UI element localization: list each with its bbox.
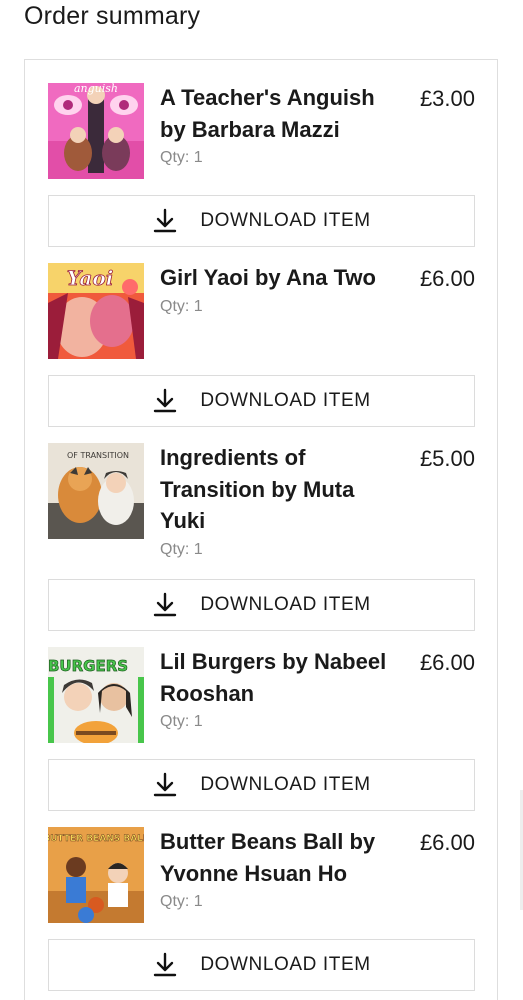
download-label: DOWNLOAD ITEM (200, 954, 371, 975)
download-icon (152, 388, 178, 414)
item-title: Lil Burgers by Nabeel Rooshan (160, 649, 387, 706)
download-item-button[interactable]: DOWNLOAD ITEM (48, 579, 475, 631)
item-title: Ingredients of Transition by Muta Yuki (160, 445, 355, 533)
item-title: Butter Beans Ball by Yvonne Hsuan Ho (160, 829, 376, 886)
item-price: £6.00 (419, 650, 475, 675)
item-quantity: Qty: 1 (160, 893, 203, 910)
download-icon (152, 772, 178, 798)
item-quantity: Qty: 1 (160, 298, 203, 315)
download-item-button[interactable]: DOWNLOAD ITEM (48, 375, 475, 427)
order-summary-page: Order summary anguish A Teacher's Anguis… (0, 0, 523, 1000)
download-label: DOWNLOAD ITEM (200, 594, 371, 615)
download-icon (152, 208, 178, 234)
item-quantity: Qty: 1 (160, 713, 203, 730)
item-title: A Teacher's Anguish by Barbara Mazzi (160, 85, 375, 142)
download-item-button[interactable]: DOWNLOAD ITEM (48, 759, 475, 811)
svg-text:BURGERS: BURGERS (48, 657, 128, 675)
cover-image: OF TRANSITION (48, 443, 144, 539)
download-icon (152, 592, 178, 618)
cover-image: anguish (48, 83, 144, 179)
download-icon (152, 952, 178, 978)
download-label: DOWNLOAD ITEM (200, 390, 371, 411)
svg-text:Yaoi: Yaoi (67, 266, 114, 290)
item-quantity: Qty: 1 (160, 149, 203, 166)
svg-text:BUTTER BEANS BALL: BUTTER BEANS BALL (48, 834, 144, 844)
item-price: £6.00 (419, 830, 475, 855)
item-price: £5.00 (419, 446, 475, 471)
item-title: Girl Yaoi by Ana Two (160, 265, 376, 290)
item-quantity: Qty: 1 (160, 541, 203, 558)
item-price: £3.00 (419, 86, 475, 111)
svg-text:anguish: anguish (74, 83, 118, 95)
download-label: DOWNLOAD ITEM (200, 210, 371, 231)
cover-image: BUTTER BEANS BALL (48, 827, 144, 923)
cover-image: Yaoi (48, 263, 144, 359)
page-title: Order summary (24, 2, 201, 30)
svg-text:OF TRANSITION: OF TRANSITION (67, 451, 129, 460)
cover-image: BURGERS (48, 647, 144, 743)
download-label: DOWNLOAD ITEM (200, 774, 371, 795)
download-item-button[interactable]: DOWNLOAD ITEM (48, 939, 475, 991)
item-price: £6.00 (419, 266, 475, 291)
download-item-button[interactable]: DOWNLOAD ITEM (48, 195, 475, 247)
